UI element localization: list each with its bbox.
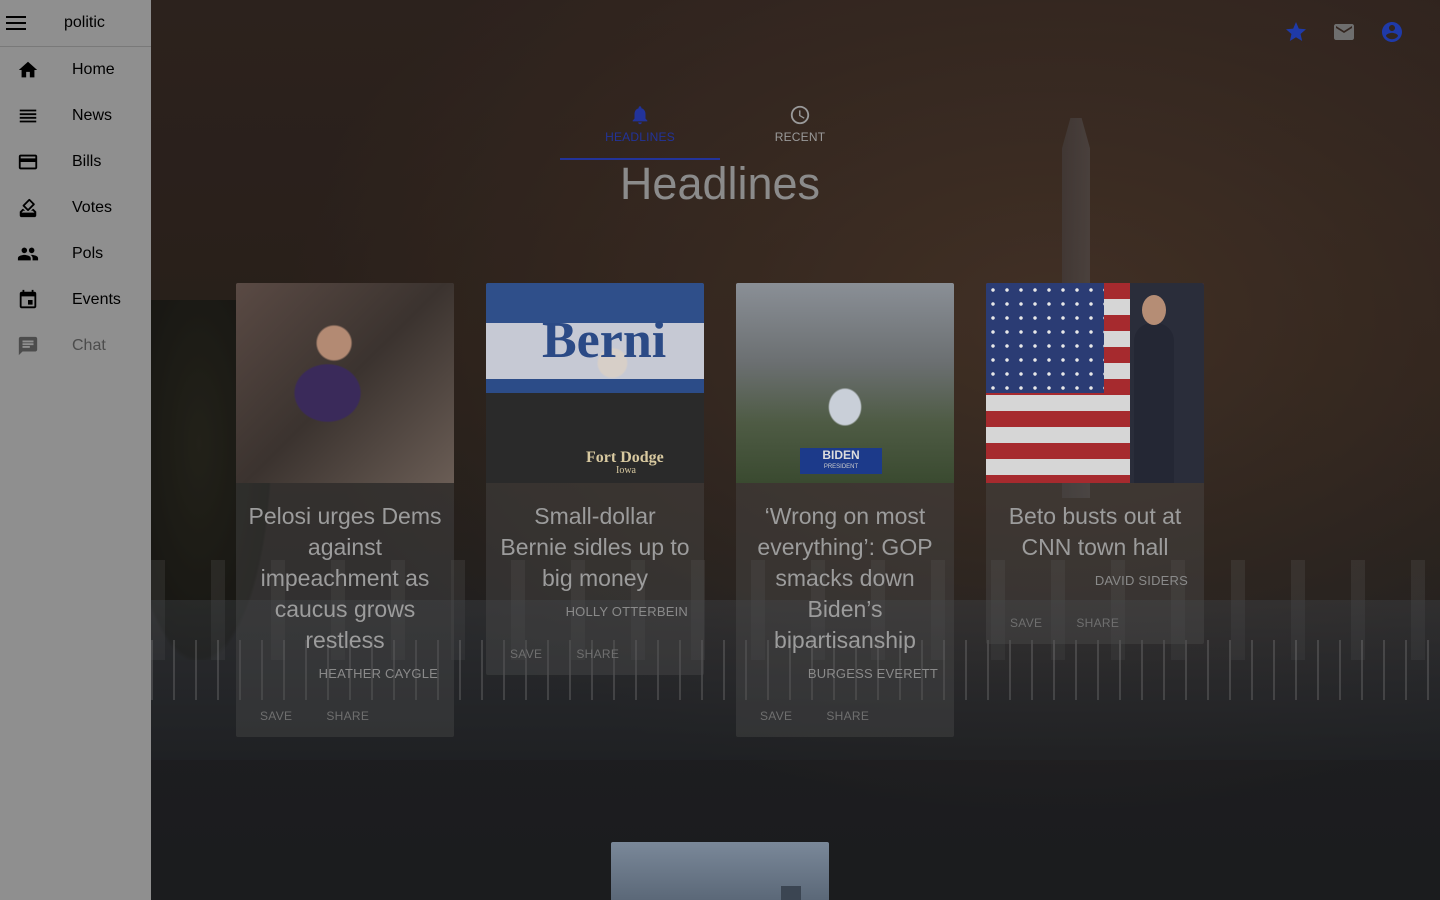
card-author: HOLLY OTTERBEIN [565,604,688,619]
photo-person-head [1142,295,1166,325]
sidebar-item-pols[interactable]: Pols [0,231,151,277]
pols-icon [17,243,39,265]
photo-podium-text: BIDEN [822,448,860,462]
bills-icon [17,151,39,173]
events-icon [17,289,39,311]
news-card[interactable]: Berni Fort Dodge Iowa Small-dollar Berni… [486,283,704,675]
news-card[interactable]: BIDEN PRESIDENT ‘Wrong on most everythin… [736,283,954,737]
sidebar-item-chat[interactable]: Chat [0,323,151,369]
photo-person [1134,323,1174,483]
sidebar-item-votes[interactable]: Votes [0,185,151,231]
save-button[interactable]: SAVE [510,647,542,661]
card-title: ‘Wrong on most everything’: GOP smacks d… [757,503,933,653]
card-author: DAVID SIDERS [1094,573,1188,588]
news-card[interactable]: Pelosi urges Dems against impeachment as… [236,283,454,737]
card-photo [986,283,1204,483]
tab-label: HEADLINES [605,130,675,144]
tab-bar: HEADLINES RECENT [560,100,880,160]
card-title: Beto busts out at CNN town hall [1008,503,1182,560]
card-photo: BIDEN PRESIDENT [736,283,954,483]
card-title: Pelosi urges Dems against impeachment as… [248,503,442,653]
tab-label: RECENT [774,130,826,144]
save-button[interactable]: SAVE [260,709,292,723]
sidebar-item-news[interactable]: News [0,93,151,139]
sidebar-item-label: Pols [72,245,104,262]
card-photo [781,886,801,900]
news-card-partial[interactable] [611,842,829,900]
sidebar-item-label: Bills [72,153,102,170]
photo-sign-text: Iowa [616,465,636,476]
sidebar-item-home[interactable]: Home [0,47,151,93]
save-button[interactable]: SAVE [760,709,792,723]
mail-icon[interactable] [1332,20,1356,44]
card-author: BURGESS EVERETT [807,666,938,681]
sidebar-item-label: Home [72,61,115,78]
home-icon [17,59,39,81]
tab-recent[interactable]: RECENT [720,100,880,160]
share-button[interactable]: SHARE [326,709,369,723]
sidebar-header: politic [0,0,151,47]
votes-icon [17,197,39,219]
clock-icon [790,105,810,125]
sidebar-item-label: News [72,107,113,124]
sidebar: politic Home News Bills Votes Pols Event… [0,0,151,900]
news-card[interactable]: Beto busts out at CNN town hall DAVID SI… [986,283,1204,644]
bell-icon [632,106,648,125]
card-photo [236,283,454,483]
card-title: Small-dollar Bernie sidles up to big mon… [500,503,690,591]
photo-sign-text: Berni [542,312,667,369]
account-icon[interactable] [1380,20,1404,44]
news-icon [17,105,39,127]
save-button[interactable]: SAVE [1010,616,1042,630]
menu-icon[interactable] [6,16,26,30]
photo-flag-canton [986,283,1104,393]
share-button[interactable]: SHARE [826,709,869,723]
page-title: Headlines [619,158,821,209]
card-photo: Berni Fort Dodge Iowa [486,283,704,483]
sidebar-item-label: Votes [72,199,113,216]
chat-icon [17,335,39,357]
photo-podium: BIDEN PRESIDENT [800,448,882,474]
top-icons [1284,20,1404,44]
sidebar-item-label: Chat [72,337,106,354]
sidebar-item-bills[interactable]: Bills [0,139,151,185]
sidebar-item-label: Events [72,291,121,308]
tab-headlines[interactable]: HEADLINES [560,100,720,160]
star-icon[interactable] [1284,20,1308,44]
app-title: politic [64,14,105,31]
share-button[interactable]: SHARE [576,647,619,661]
sidebar-item-events[interactable]: Events [0,277,151,323]
share-button[interactable]: SHARE [1076,616,1119,630]
photo-podium-subtext: PRESIDENT [823,464,859,470]
card-author: HEATHER CAYGLE [318,666,438,681]
